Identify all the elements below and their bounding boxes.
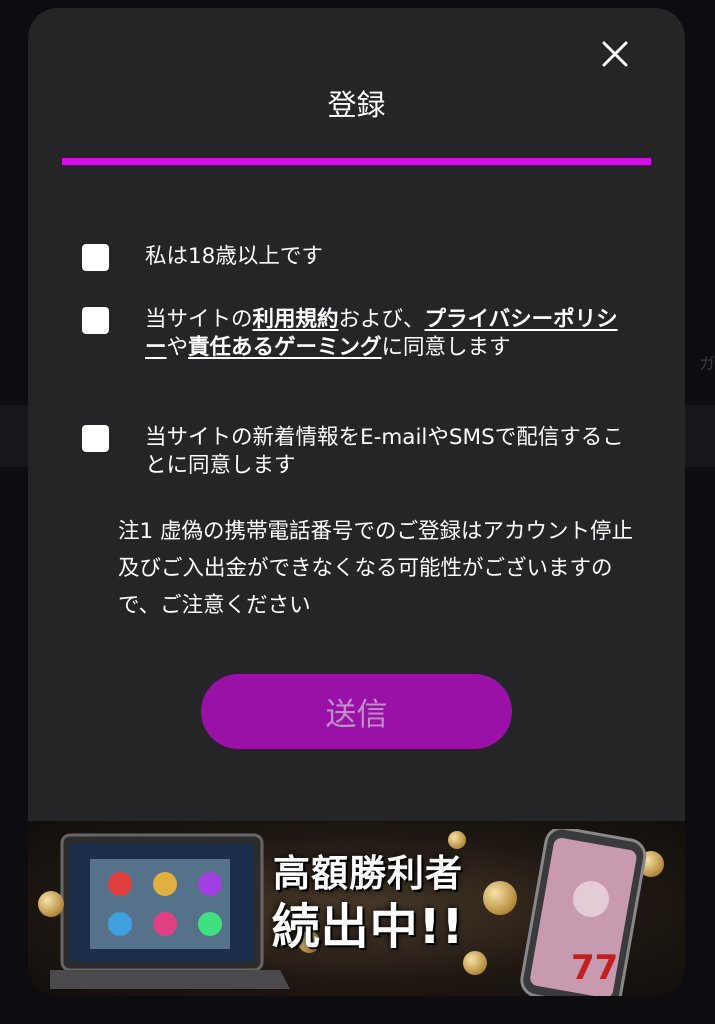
promo-banner[interactable]: 77 高額勝利者 続出中!! — [28, 821, 685, 996]
terms-check-row: 当サイトの利用規約および、プライバシーポリシーや責任あるゲーミングに同意します — [82, 306, 625, 362]
svg-text:77: 77 — [571, 948, 618, 988]
responsible-gaming-link[interactable]: 責任あるゲーミング — [188, 335, 382, 360]
phone-image: 77 — [520, 829, 647, 996]
coin-decoration — [483, 881, 517, 915]
registration-modal: 登録 私は18歳以上です 当サイトの利用規約および、プライバシーポリシーや責任あ… — [28, 8, 685, 996]
age-checkbox[interactable] — [82, 244, 109, 271]
phone-warning-note: 注1 虚偽の携帯電話番号でのご登録はアカウント停止及びご入出金ができなくなる可能… — [118, 519, 634, 618]
modal-title: 登録 — [327, 88, 386, 122]
newsletter-checkbox[interactable] — [82, 425, 109, 452]
terms-mid1: および、 — [338, 307, 425, 332]
terms-of-use-link[interactable]: 利用規約 — [253, 307, 339, 332]
title-underline — [62, 158, 651, 165]
newsletter-check-label: 当サイトの新着情報をE-mailやSMSで配信することに同意します — [145, 425, 624, 478]
terms-prefix: 当サイトの — [145, 307, 253, 332]
newsletter-check-row: 当サイトの新着情報をE-mailやSMSで配信することに同意します — [82, 424, 625, 480]
submit-button[interactable]: 送信 — [201, 674, 512, 749]
close-icon[interactable] — [600, 39, 630, 69]
terms-check-label: 当サイトの利用規約および、プライバシーポリシーや責任あるゲーミングに同意します — [145, 306, 625, 362]
age-check-row: 私は18歳以上です — [82, 243, 625, 271]
close-button[interactable] — [595, 34, 635, 74]
terms-checkbox[interactable] — [82, 307, 109, 334]
banner-subheadline: 続出中!! — [271, 899, 465, 955]
banner-headline: 高額勝利者 — [273, 852, 463, 895]
coin-decoration — [38, 891, 64, 917]
backdrop-text: ガ — [698, 354, 715, 373]
age-check-label: 私は18歳以上です — [145, 244, 323, 269]
coin-decoration — [448, 831, 466, 849]
terms-mid2: や — [166, 335, 189, 360]
terms-suffix: に同意します — [381, 335, 511, 360]
banner-text: 高額勝利者 続出中!! — [253, 851, 483, 957]
